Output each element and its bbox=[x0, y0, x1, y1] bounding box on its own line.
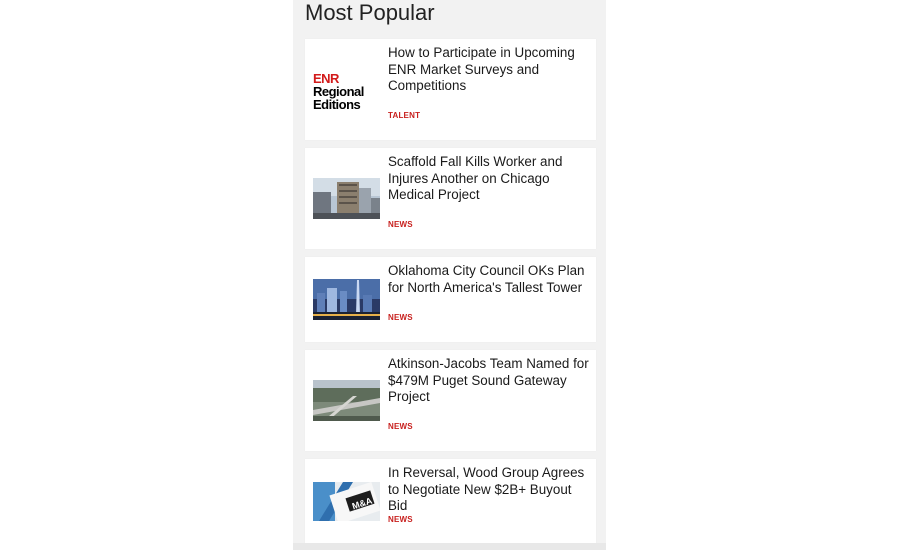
article-category-tag[interactable]: TALENT bbox=[388, 111, 420, 120]
enr-regional-editions-logo: ENR Regional Editions bbox=[313, 72, 364, 112]
ma-document-image: M&A bbox=[313, 482, 380, 521]
article-headline[interactable]: Atkinson-Jacobs Team Named for $479M Pug… bbox=[388, 356, 593, 406]
article-thumbnail-photo[interactable]: M&A bbox=[313, 482, 380, 521]
highway-interchange-image bbox=[313, 380, 380, 421]
article-category-tag[interactable]: NEWS bbox=[388, 515, 413, 524]
article-card[interactable]: Scaffold Fall Kills Worker and Injures A… bbox=[305, 148, 596, 249]
panel-bottom-edge bbox=[293, 543, 606, 550]
article-headline[interactable]: How to Participate in Upcoming ENR Marke… bbox=[388, 45, 593, 95]
article-thumbnail-photo[interactable] bbox=[313, 279, 380, 320]
article-headline[interactable]: In Reversal, Wood Group Agrees to Negoti… bbox=[388, 465, 593, 515]
article-headline[interactable]: Scaffold Fall Kills Worker and Injures A… bbox=[388, 154, 593, 204]
article-card[interactable]: M&A In Reversal, Wood Group Agrees to Ne… bbox=[305, 459, 596, 544]
section-title: Most Popular bbox=[305, 0, 435, 25]
article-card[interactable]: Atkinson-Jacobs Team Named for $479M Pug… bbox=[305, 350, 596, 451]
article-card[interactable]: ENR Regional Editions How to Participate… bbox=[305, 39, 596, 140]
article-card[interactable]: Oklahoma City Council OKs Plan for North… bbox=[305, 257, 596, 342]
article-thumbnail-photo[interactable] bbox=[313, 380, 380, 421]
article-category-tag[interactable]: NEWS bbox=[388, 313, 413, 322]
article-category-tag[interactable]: NEWS bbox=[388, 220, 413, 229]
skyline-tower-image bbox=[313, 279, 380, 320]
article-thumbnail-enr-logo[interactable]: ENR Regional Editions bbox=[313, 72, 380, 112]
article-headline[interactable]: Oklahoma City Council OKs Plan for North… bbox=[388, 263, 593, 296]
construction-building-image bbox=[313, 178, 380, 219]
most-popular-panel: Most Popular ENR Regional Editions How t… bbox=[293, 0, 606, 550]
article-category-tag[interactable]: NEWS bbox=[388, 422, 413, 431]
article-thumbnail-photo[interactable] bbox=[313, 178, 380, 219]
